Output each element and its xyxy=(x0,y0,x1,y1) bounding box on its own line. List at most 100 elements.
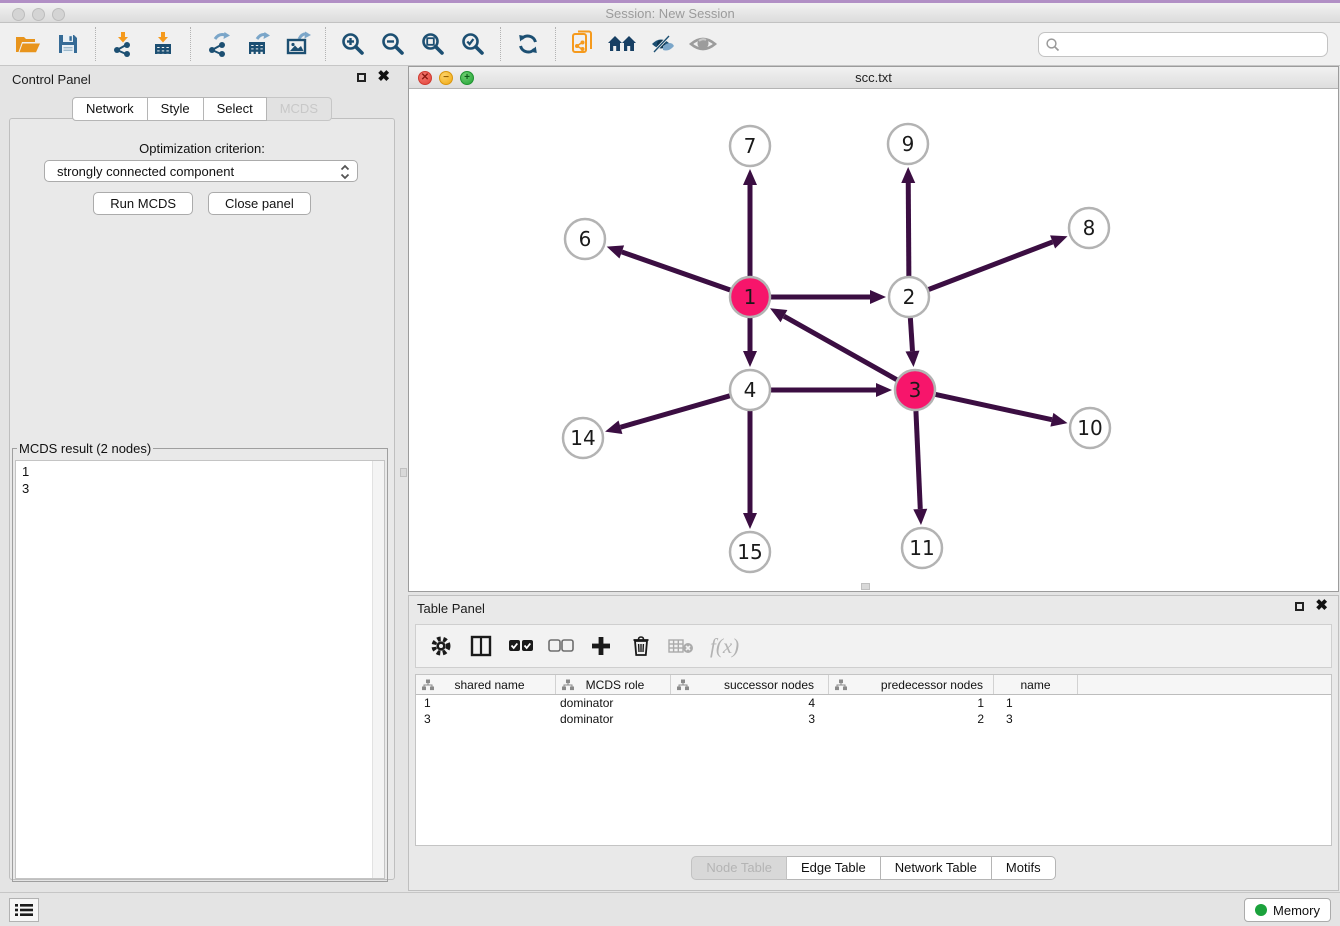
zoom-in-icon[interactable] xyxy=(335,27,371,61)
graph-node-label: 7 xyxy=(744,134,757,158)
tab-network[interactable]: Network xyxy=(72,97,148,121)
table-row[interactable]: 1 dominator 4 1 1 xyxy=(416,695,1331,711)
import-table-icon[interactable] xyxy=(145,27,181,61)
cell-name[interactable]: 3 xyxy=(994,711,1078,727)
close-panel-icon[interactable]: ✖ xyxy=(377,72,390,82)
optimization-criterion-label: Optimization criterion: xyxy=(4,141,400,156)
graph-node-label: 15 xyxy=(737,540,762,564)
memory-status-icon xyxy=(1255,904,1267,916)
splitter-handle[interactable] xyxy=(861,583,870,590)
add-column-icon[interactable] xyxy=(588,633,614,659)
cell-name[interactable]: 1 xyxy=(994,695,1078,711)
graph-edge-2-9[interactable] xyxy=(908,183,909,276)
export-image-icon[interactable] xyxy=(280,27,316,61)
zoom-fit-icon[interactable] xyxy=(415,27,451,61)
memory-button[interactable]: Memory xyxy=(1244,898,1331,922)
graph-node-label: 14 xyxy=(570,426,595,450)
control-panel: Control Panel ✖ Network Style Select MCD… xyxy=(4,67,400,890)
delete-column-icon[interactable] xyxy=(628,633,654,659)
graph-edge-4-14[interactable] xyxy=(620,396,729,427)
graph-edge-3-1[interactable] xyxy=(784,316,897,380)
table-row[interactable]: 3 dominator 3 2 3 xyxy=(416,711,1331,727)
cell-successor-nodes[interactable]: 3 xyxy=(671,711,829,727)
select-all-icon[interactable] xyxy=(508,633,534,659)
float-panel-icon[interactable] xyxy=(357,73,366,82)
splitter-handle[interactable] xyxy=(400,468,407,477)
run-mcds-button[interactable]: Run MCDS xyxy=(93,192,193,215)
graph-node-label: 4 xyxy=(744,378,757,402)
graph-edge-3-11[interactable] xyxy=(916,411,920,509)
control-panel-tabs: Network Style Select MCDS xyxy=(4,97,400,121)
search-input[interactable] xyxy=(1061,35,1327,55)
hide-selected-icon[interactable] xyxy=(645,27,681,61)
graph-edge-arrowhead xyxy=(743,169,757,185)
tab-mcds[interactable]: MCDS xyxy=(267,97,332,121)
clone-network-icon[interactable] xyxy=(565,27,601,61)
zoom-out-icon[interactable] xyxy=(375,27,411,61)
tab-motifs[interactable]: Motifs xyxy=(992,856,1056,880)
column-header-successor-nodes[interactable]: successor nodes xyxy=(671,675,829,694)
save-session-icon[interactable] xyxy=(50,27,86,61)
tab-edge-table[interactable]: Edge Table xyxy=(787,856,881,880)
graph-edge-arrowhead xyxy=(913,509,927,525)
graph-node-label: 2 xyxy=(903,285,916,309)
control-panel-title: Control Panel xyxy=(12,72,91,87)
status-bar: Memory xyxy=(0,892,1340,926)
float-table-panel-icon[interactable] xyxy=(1295,602,1304,611)
network-window-titlebar: ✕ − + scc.txt xyxy=(409,67,1338,89)
graph-edge-arrowhead xyxy=(1050,413,1067,427)
tab-network-table[interactable]: Network Table xyxy=(881,856,992,880)
graph-edge-1-6[interactable] xyxy=(622,252,730,290)
window-titlebar: Session: New Session xyxy=(0,0,1340,23)
graph-node-label: 10 xyxy=(1077,416,1102,440)
close-panel-button[interactable]: Close panel xyxy=(208,192,311,215)
column-header-shared-name[interactable]: shared name xyxy=(416,675,556,694)
zoom-selected-icon[interactable] xyxy=(455,27,491,61)
export-network-icon[interactable] xyxy=(200,27,236,61)
toolbar-separator xyxy=(95,27,96,61)
graph-edge-2-3[interactable] xyxy=(910,318,912,351)
toolbar-separator xyxy=(190,27,191,61)
tab-style[interactable]: Style xyxy=(148,97,204,121)
graph-edge-2-8[interactable] xyxy=(929,242,1053,290)
cell-mcds-role[interactable]: dominator xyxy=(556,711,671,727)
first-neighbors-icon[interactable] xyxy=(605,27,641,61)
mcds-result-fieldset: MCDS result (2 nodes) 1 3 xyxy=(12,441,388,882)
cell-successor-nodes[interactable]: 4 xyxy=(671,695,829,711)
graph-edge-3-10[interactable] xyxy=(936,394,1052,419)
search-field[interactable] xyxy=(1038,32,1328,57)
column-type-icon xyxy=(835,679,847,691)
delete-table-icon xyxy=(668,633,694,659)
import-network-icon[interactable] xyxy=(105,27,141,61)
tab-select[interactable]: Select xyxy=(204,97,267,121)
column-header-predecessor-nodes[interactable]: predecessor nodes xyxy=(829,675,994,694)
function-builder-icon: f(x) xyxy=(710,634,739,659)
tab-node-table[interactable]: Node Table xyxy=(691,856,787,880)
network-canvas[interactable]: 1234678910111415 xyxy=(409,89,1338,591)
graph-node-label: 1 xyxy=(744,285,757,309)
cell-shared-name[interactable]: 1 xyxy=(416,695,556,711)
mcds-result-title: MCDS result (2 nodes) xyxy=(17,441,153,456)
result-scrollbar[interactable] xyxy=(372,461,384,878)
criterion-dropdown[interactable]: strongly connected component xyxy=(44,160,358,182)
task-history-button[interactable] xyxy=(9,898,39,922)
column-header-mcds-role[interactable]: MCDS role xyxy=(556,675,671,694)
show-columns-icon[interactable] xyxy=(468,633,494,659)
close-table-panel-icon[interactable]: ✖ xyxy=(1315,601,1328,611)
table-panel-title: Table Panel xyxy=(417,601,485,616)
node-table: shared name MCDS role successor nodes pr… xyxy=(415,674,1332,846)
export-table-icon[interactable] xyxy=(240,27,276,61)
cell-shared-name[interactable]: 3 xyxy=(416,711,556,727)
open-file-icon[interactable] xyxy=(10,27,46,61)
cell-mcds-role[interactable]: dominator xyxy=(556,695,671,711)
cell-predecessor-nodes[interactable]: 2 xyxy=(829,711,994,727)
graph-edge-arrowhead xyxy=(743,351,757,367)
refresh-icon[interactable] xyxy=(510,27,546,61)
network-window-title: scc.txt xyxy=(409,70,1338,85)
network-view-window: ✕ − + scc.txt 1234678910111415 xyxy=(408,66,1339,592)
column-header-name[interactable]: name xyxy=(994,675,1078,694)
table-settings-gear-icon[interactable] xyxy=(428,633,454,659)
cell-predecessor-nodes[interactable]: 1 xyxy=(829,695,994,711)
deselect-all-icon[interactable] xyxy=(548,633,574,659)
mcds-result-textarea[interactable]: 1 3 xyxy=(15,460,385,879)
